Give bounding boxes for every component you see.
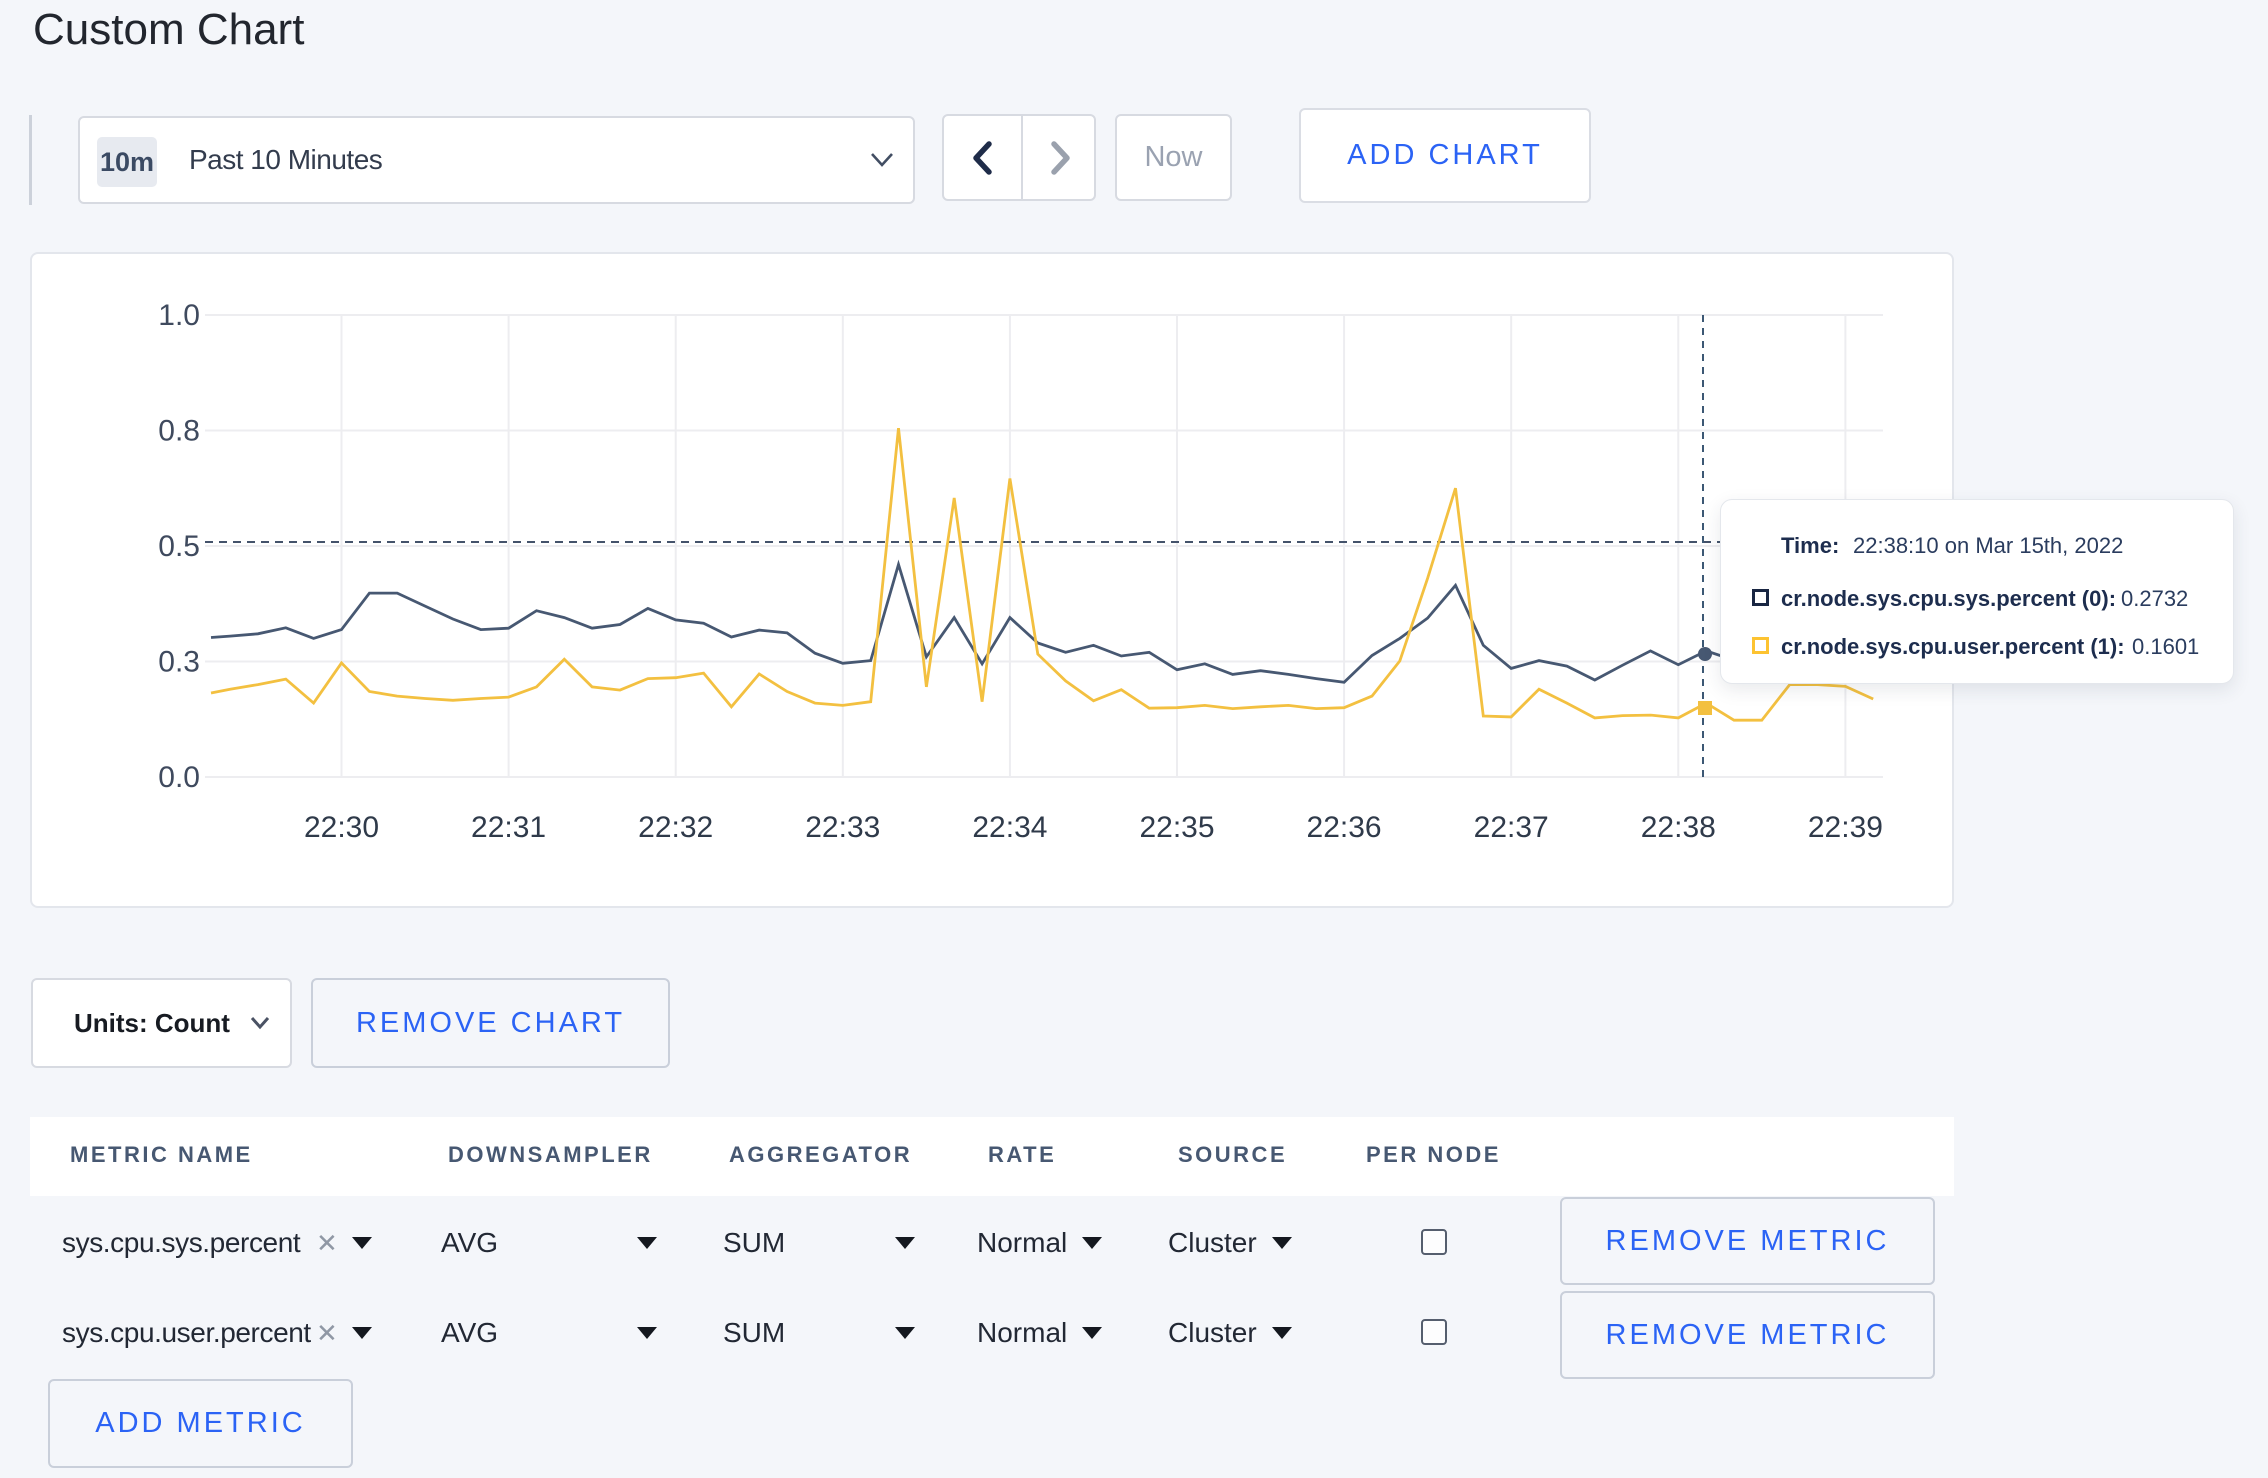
svg-text:22:37: 22:37 [1474, 811, 1549, 844]
svg-text:22:39: 22:39 [1808, 811, 1883, 844]
svg-text:0.0: 0.0 [158, 761, 200, 794]
svg-text:22:30: 22:30 [304, 811, 379, 844]
svg-text:22:38: 22:38 [1641, 811, 1716, 844]
svg-text:22:32: 22:32 [638, 811, 713, 844]
svg-text:22:35: 22:35 [1139, 811, 1214, 844]
svg-text:22:33: 22:33 [805, 811, 880, 844]
svg-text:0.3: 0.3 [158, 646, 200, 679]
svg-text:22:34: 22:34 [972, 811, 1047, 844]
svg-text:1.0: 1.0 [158, 299, 200, 332]
svg-text:22:36: 22:36 [1307, 811, 1382, 844]
svg-text:22:31: 22:31 [471, 811, 546, 844]
svg-text:0.5: 0.5 [158, 530, 200, 563]
svg-text:0.8: 0.8 [158, 415, 200, 448]
